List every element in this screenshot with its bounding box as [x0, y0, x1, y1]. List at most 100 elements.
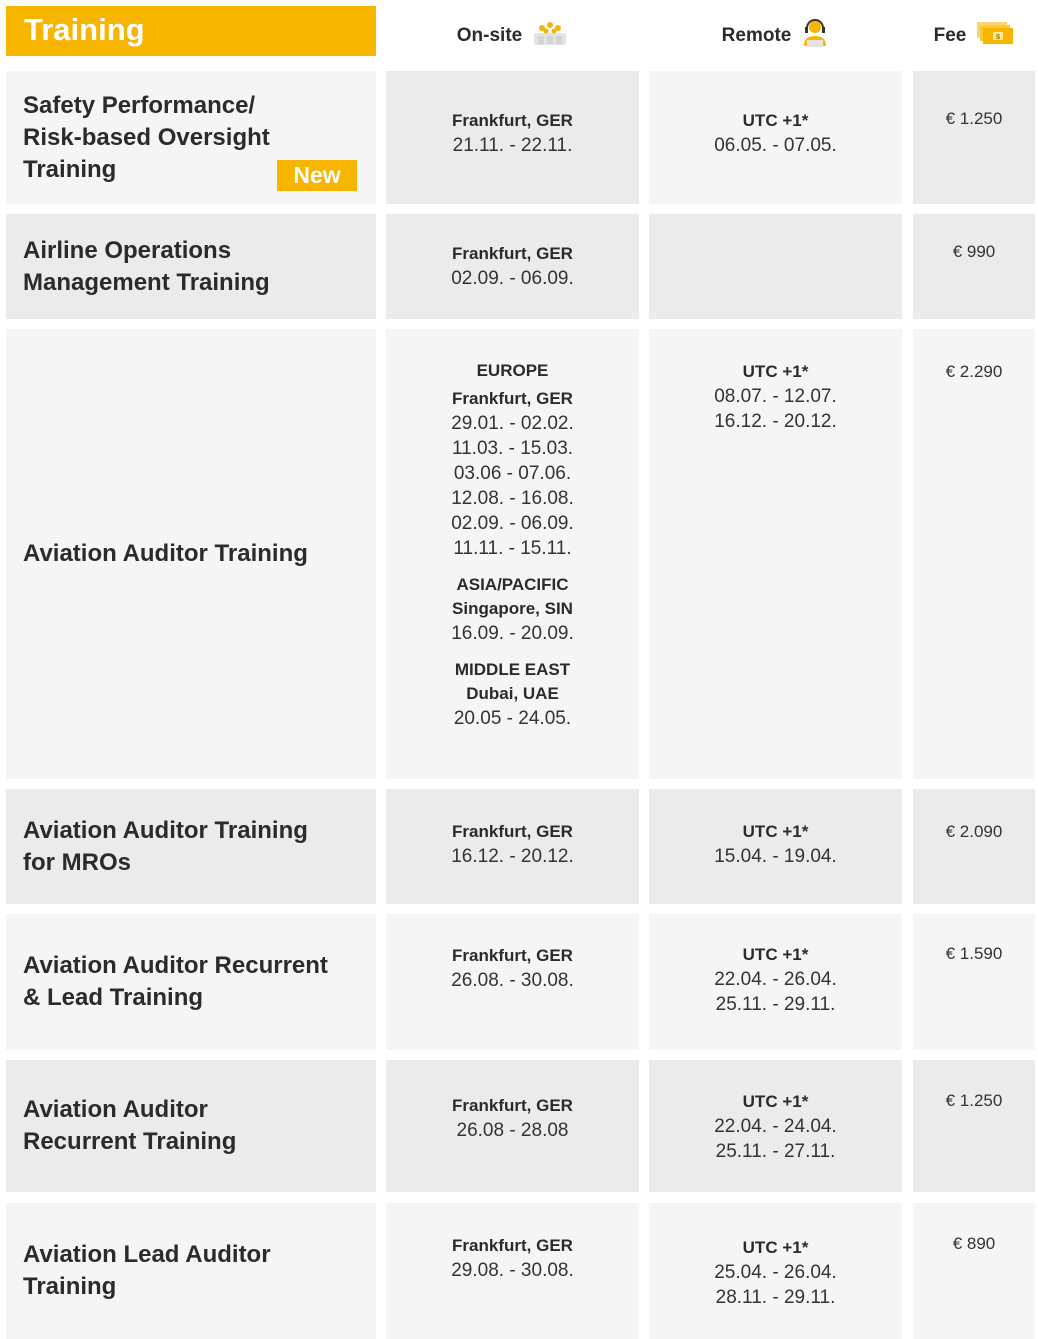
location: Frankfurt, GER [452, 1236, 573, 1255]
location: Frankfurt, GER [452, 244, 573, 263]
onsite-cell: EUROPE Frankfurt, GER 29.01. - 02.02. 11… [386, 329, 639, 779]
location: Frankfurt, GER [452, 946, 573, 965]
region-label: MIDDLE EAST [454, 660, 571, 679]
title-line: Aviation Auditor Recurrent [23, 952, 328, 979]
date-range: 26.08. - 30.08. [451, 970, 574, 991]
date-range: 12.08. - 16.08. [451, 488, 574, 509]
date-range: 16.12. - 20.12. [714, 411, 837, 432]
date-range: 11.03. - 15.03. [451, 438, 574, 459]
fee-label: Fee [933, 25, 967, 46]
group-people-icon [532, 19, 568, 53]
timezone: UTC +1* [742, 111, 809, 130]
fee-value: € 1.590 [945, 944, 1003, 963]
timezone: UTC +1* [742, 822, 809, 841]
training-row-title: Aviation Auditor Recurrent & Lead Traini… [6, 914, 376, 1050]
region-label: ASIA/PACIFIC [456, 575, 569, 594]
onsite-cell: Frankfurt, GER 02.09. - 06.09. [386, 214, 639, 319]
date-range: 15.04. - 19.04. [714, 846, 837, 867]
onsite-column-header: On-site [386, 16, 639, 56]
remote-cell: UTC +1* 15.04. - 19.04. [649, 789, 902, 904]
location: Dubai, UAE [466, 684, 559, 703]
fee-cell: € 2.090 [913, 789, 1035, 904]
location: Singapore, SIN [452, 599, 573, 618]
training-row-title: Aviation Auditor Training [6, 329, 376, 779]
date-range: 29.08. - 30.08. [451, 1260, 574, 1281]
timezone: UTC +1* [742, 945, 809, 964]
location: Frankfurt, GER [452, 1096, 573, 1115]
date-range: 06.05. - 07.05. [714, 135, 837, 156]
training-row-title: Aviation Lead Auditor Training [6, 1203, 376, 1339]
remote-cell: UTC +1* 22.04. - 26.04. 25.11. - 29.11. [649, 914, 902, 1050]
date-range: 25.04. - 26.04. [714, 1262, 837, 1283]
onsite-cell: Frankfurt, GER 16.12. - 20.12. [386, 789, 639, 904]
remote-cell: UTC +1* 08.07. - 12.07. 16.12. - 20.12. [649, 329, 902, 779]
title-line: Airline Operations [23, 236, 232, 264]
remote-column-header: Remote [649, 16, 902, 56]
remote-cell [649, 214, 902, 319]
timezone: UTC +1* [742, 1238, 809, 1257]
money-bills-icon: $ [976, 21, 1014, 51]
fee-cell: € 1.590 [913, 914, 1035, 1050]
date-range: 16.09. - 20.09. [451, 623, 574, 644]
title-line: & Lead Training [23, 984, 204, 1011]
training-row-title: Airline Operations Management Training [6, 214, 376, 319]
title-line: Safety Performance/ [23, 91, 256, 119]
date-range: 26.08 - 28.08 [456, 1120, 569, 1141]
date-range: 20.05 - 24.05. [453, 708, 572, 729]
remote-cell: UTC +1* 22.04. - 24.04. 25.11. - 27.11. [649, 1060, 902, 1192]
fee-value: € 990 [952, 242, 996, 261]
title-line: Aviation Lead Auditor [23, 1241, 271, 1268]
date-range: 02.09. - 06.09. [451, 513, 574, 534]
fee-cell: € 890 [913, 1203, 1035, 1339]
title-line: Aviation Auditor Training [23, 816, 308, 844]
date-range: 08.07. - 12.07. [714, 386, 837, 407]
title-line: Risk-based Oversight [23, 123, 270, 151]
page-title: Training [6, 6, 376, 56]
fee-value: € 2.290 [945, 362, 1003, 381]
title-line: Aviation Auditor Training [23, 540, 308, 567]
headset-person-icon [801, 18, 829, 54]
remote-cell: UTC +1* 06.05. - 07.05. [649, 71, 902, 204]
timezone: UTC +1* [742, 1092, 809, 1111]
title-line: Aviation Auditor [23, 1096, 208, 1123]
fee-value: € 2.090 [945, 822, 1003, 841]
title-line: Management Training [23, 268, 270, 296]
onsite-label: On-site [456, 25, 523, 46]
date-range: 29.01. - 02.02. [451, 413, 574, 434]
location: Frankfurt, GER [452, 822, 573, 841]
fee-cell: € 990 [913, 214, 1035, 319]
title-line: Training [23, 155, 117, 183]
date-range: 25.11. - 27.11. [715, 1141, 836, 1162]
remote-cell: UTC +1* 25.04. - 26.04. 28.11. - 29.11. [649, 1203, 902, 1339]
location: Frankfurt, GER [452, 389, 573, 408]
new-badge: New [277, 160, 357, 191]
onsite-cell: Frankfurt, GER 26.08 - 28.08 [386, 1060, 639, 1192]
location: Frankfurt, GER [452, 111, 573, 130]
remote-label: Remote [721, 25, 792, 46]
date-range: 02.09. - 06.09. [451, 268, 574, 289]
fee-value: € 890 [952, 1234, 996, 1253]
onsite-cell: Frankfurt, GER 21.11. - 22.11. [386, 71, 639, 204]
fee-cell: € 1.250 [913, 1060, 1035, 1192]
date-range: 16.12. - 20.12. [451, 846, 574, 867]
date-range: 22.04. - 24.04. [714, 1116, 837, 1137]
fee-value: € 1.250 [945, 1091, 1003, 1110]
fee-column-header: Fee $ [913, 16, 1035, 56]
fee-value: € 1.250 [945, 109, 1003, 128]
onsite-cell: Frankfurt, GER 26.08. - 30.08. [386, 914, 639, 1050]
date-range: 25.11. - 29.11. [715, 994, 836, 1015]
training-row-title: Aviation Auditor Training for MROs [6, 789, 376, 904]
title-line: Training [23, 1273, 117, 1300]
fee-cell: € 2.290 [913, 329, 1035, 779]
training-row-title: Aviation Auditor Recurrent Training [6, 1060, 376, 1192]
title-line: for MROs [23, 848, 131, 876]
region-label: EUROPE [476, 361, 549, 380]
svg-text:$: $ [996, 33, 1001, 41]
date-range: 28.11. - 29.11. [715, 1287, 836, 1308]
onsite-cell: Frankfurt, GER 29.08. - 30.08. [386, 1203, 639, 1339]
date-range: 21.11. - 22.11. [452, 135, 573, 156]
date-range: 11.11. - 15.11. [453, 538, 572, 559]
fee-cell: € 1.250 [913, 71, 1035, 204]
date-range: 22.04. - 26.04. [714, 969, 837, 990]
date-range: 03.06 - 07.06. [453, 463, 572, 484]
